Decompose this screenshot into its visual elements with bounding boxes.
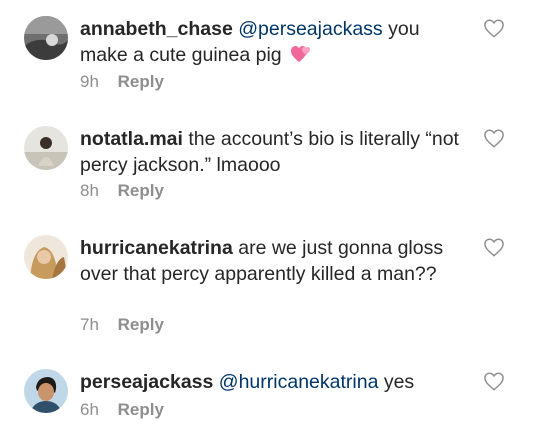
reply-button[interactable]: Reply: [118, 315, 164, 334]
comment-meta: 6h Reply: [80, 400, 164, 420]
avatar[interactable]: [24, 369, 68, 413]
avatar[interactable]: [24, 235, 68, 279]
comment-time[interactable]: 8h: [80, 181, 99, 200]
reply-button[interactable]: Reply: [118, 72, 164, 91]
comment-body: notatla.mai the account’s bio is literal…: [80, 126, 470, 178]
heart-outline-icon[interactable]: [483, 371, 505, 391]
two-hearts-emoji: [291, 46, 311, 62]
comment-meta: 8h Reply: [80, 181, 164, 201]
avatar[interactable]: [24, 126, 68, 170]
comment-meta: 7h Reply: [80, 315, 164, 335]
comment-body: perseajackass @hurricanekatrina yes: [80, 369, 470, 395]
reply-button[interactable]: Reply: [118, 181, 164, 200]
comment-body: hurricanekatrina are we just gonna gloss…: [80, 235, 470, 287]
comment-username[interactable]: perseajackass: [80, 371, 213, 393]
comment-username[interactable]: annabeth_chase: [80, 18, 233, 40]
comment-time[interactable]: 7h: [80, 315, 99, 334]
heart-outline-icon[interactable]: [483, 237, 505, 257]
reply-button[interactable]: Reply: [118, 400, 164, 419]
comment-time[interactable]: 9h: [80, 72, 99, 91]
comment-time[interactable]: 6h: [80, 400, 99, 419]
comment-username[interactable]: notatla.mai: [80, 128, 183, 150]
comment-text: yes: [378, 371, 415, 393]
comment-mention[interactable]: @perseajackass: [238, 18, 382, 40]
comment-mention[interactable]: @hurricanekatrina: [219, 371, 379, 393]
comment-body: annabeth_chase @perseajackass you make a…: [80, 16, 470, 68]
heart-outline-icon[interactable]: [483, 18, 505, 38]
heart-outline-icon[interactable]: [483, 128, 505, 148]
comment-username[interactable]: hurricanekatrina: [80, 237, 233, 259]
avatar[interactable]: [24, 16, 68, 60]
comment-meta: 9h Reply: [80, 72, 164, 92]
